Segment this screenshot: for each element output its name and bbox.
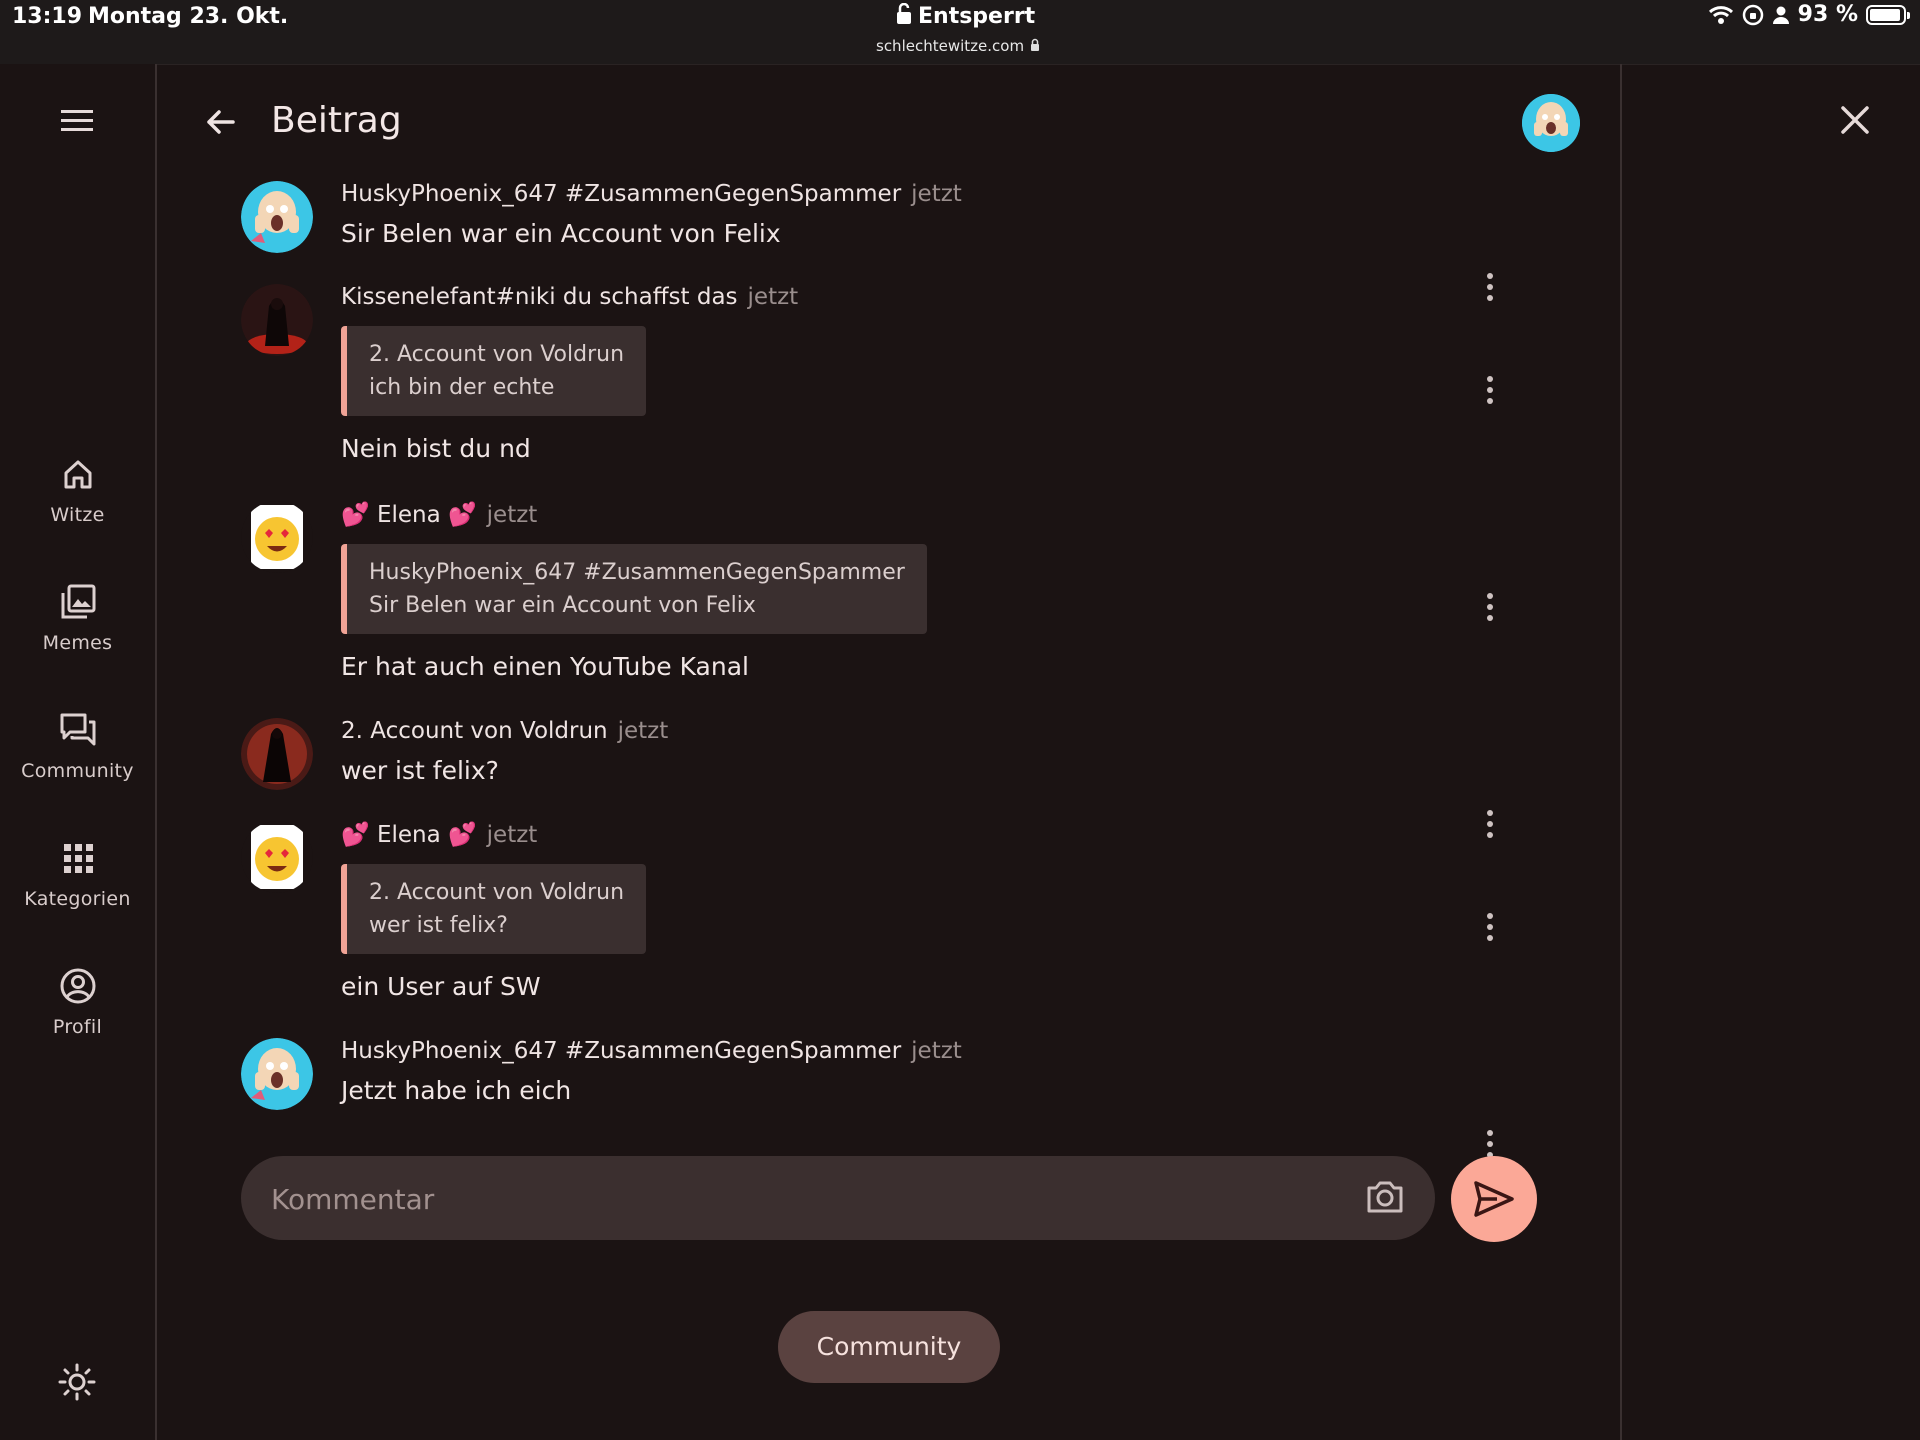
send-icon [1474, 1181, 1514, 1217]
quoted-reply[interactable]: 2. Account von Voldrun ich bin der echte [341, 326, 647, 416]
comment-author[interactable]: 2. Account von Voldrun [341, 718, 608, 744]
person-icon [1772, 6, 1789, 24]
comment-text: Jetzt habe ich eich [341, 1076, 572, 1105]
comment-time: jetzt [911, 181, 962, 207]
sun-icon[interactable] [57, 1362, 97, 1402]
avatar[interactable] [241, 501, 313, 573]
nav-item-witze[interactable]: Witze [0, 454, 155, 526]
avatar[interactable] [241, 1038, 313, 1110]
comment-author[interactable]: Kissenelefant#niki du schaffst das [341, 284, 738, 310]
comment-time: jetzt [486, 822, 538, 848]
comment-text: Sir Belen war ein Account von Felix [341, 219, 781, 248]
comment-time: jetzt [911, 1038, 962, 1064]
quoted-text: Sir Belen war ein Account von Felix [369, 593, 756, 618]
nav-item-profil[interactable]: Profil [0, 966, 155, 1038]
quoted-author: 2. Account von Voldrun [369, 880, 625, 905]
comment-text: Nein bist du nd [341, 434, 531, 463]
comment-author[interactable]: HuskyPhoenix_647 #ZusammenGegenSpammer [341, 181, 901, 207]
status-time: 13:19 [12, 4, 83, 29]
close-icon[interactable] [1838, 103, 1872, 137]
comment-time: jetzt [617, 718, 669, 744]
battery-icon [1866, 4, 1910, 25]
status-date: Montag 23. Okt. [88, 4, 289, 29]
comment-author[interactable]: 💕 Elena 💕 [341, 822, 477, 848]
more-options-icon[interactable] [1487, 913, 1493, 946]
avatar[interactable] [241, 181, 313, 253]
secure-lock-icon [1031, 38, 1039, 51]
comment-text: wer ist felix? [341, 756, 499, 785]
unlock-icon [897, 3, 911, 24]
account-circle-icon [60, 968, 95, 1004]
status-bar: 13:19 Montag 23. Okt. Entsperrt schlecht… [0, 0, 1920, 65]
battery-percent: 93 % [1797, 2, 1858, 27]
comment-time: jetzt [486, 502, 538, 528]
user-avatar[interactable] [1522, 94, 1580, 152]
nav-item-community[interactable]: Community [0, 710, 155, 782]
comment-text: Er hat auch einen YouTube Kanal [341, 652, 749, 681]
hamburger-menu-icon[interactable] [60, 107, 96, 135]
more-options-icon[interactable] [1487, 593, 1493, 626]
comment-time: jetzt [747, 284, 799, 310]
page-title: Beitrag [271, 100, 402, 141]
quoted-reply[interactable]: HuskyPhoenix_647 #ZusammenGegenSpammer S… [341, 544, 927, 634]
page-url[interactable]: schlechtewitze.com [876, 37, 1024, 55]
comment-author[interactable]: HuskyPhoenix_647 #ZusammenGegenSpammer [341, 1038, 901, 1064]
avatar[interactable] [241, 284, 313, 356]
status-indicators: 93 % [1708, 2, 1910, 27]
navigation-rail: Witze Memes Community Kategorien Profil [0, 64, 157, 1440]
quoted-author: 2. Account von Voldrun [369, 342, 625, 367]
camera-icon[interactable] [1365, 1178, 1405, 1216]
back-arrow-icon[interactable] [203, 104, 239, 140]
home-icon [64, 460, 91, 489]
nav-label: Profil [52, 1016, 103, 1038]
lock-status-label: Entsperrt [918, 4, 1036, 29]
avatar[interactable] [241, 821, 313, 893]
more-options-icon[interactable] [1487, 376, 1493, 409]
nav-item-memes[interactable]: Memes [0, 582, 155, 654]
comment-input[interactable] [269, 1172, 1313, 1226]
forum-icon [60, 713, 95, 746]
comment-author[interactable]: 💕 Elena 💕 [341, 502, 477, 528]
community-chip-button[interactable]: Community [778, 1311, 1000, 1383]
nav-label: Witze [50, 504, 105, 526]
quoted-reply[interactable]: 2. Account von Voldrun wer ist felix? [341, 864, 647, 954]
quoted-text: wer ist felix? [369, 913, 508, 938]
avatar[interactable] [241, 718, 313, 790]
orientation-lock-icon [1742, 4, 1763, 25]
grid-icon [63, 844, 93, 873]
nav-label: Kategorien [24, 888, 131, 910]
nav-label: Community [21, 760, 134, 782]
wifi-icon [1708, 5, 1733, 24]
quoted-text: ich bin der echte [369, 375, 555, 400]
quoted-author: HuskyPhoenix_647 #ZusammenGegenSpammer [369, 560, 905, 585]
image-gallery-icon [61, 584, 95, 619]
nav-label: Memes [42, 632, 113, 654]
comment-text: ein User auf SW [341, 972, 541, 1001]
post-panel: Beitrag HuskyPhoenix_647 #ZusammenGegenS… [157, 64, 1622, 1440]
nav-item-kategorien[interactable]: Kategorien [0, 838, 155, 910]
comment-composer [241, 1156, 1435, 1240]
send-button[interactable] [1451, 1156, 1537, 1242]
